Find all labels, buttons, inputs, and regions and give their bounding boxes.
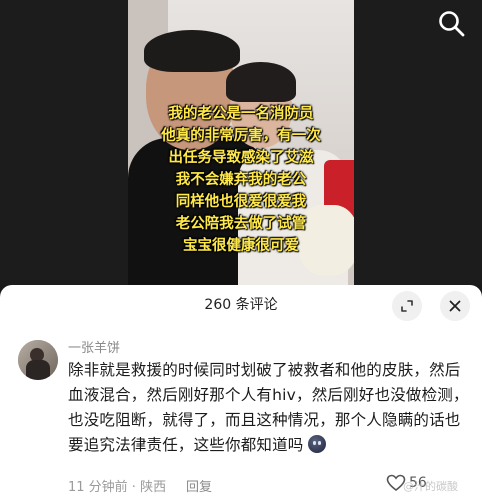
reply-button[interactable]: 回复 <box>186 476 212 495</box>
video-caption: 我的老公是一名消防员 他真的非常厉害，有一次 出任务导致感染了艾滋 我不会嫌弃我… <box>128 103 354 257</box>
expand-icon <box>401 300 413 312</box>
comment-time-location: 11 分钟前 · 陕西 <box>68 480 167 495</box>
caption-line: 出任务导致感染了艾滋 <box>168 150 314 166</box>
watermark: @汁的碳酸 <box>403 480 458 493</box>
search-button[interactable] <box>436 8 468 40</box>
avatar[interactable] <box>18 340 58 380</box>
comment-text: 除非就是救援的时候同时划破了被救者和他的皮肤，然后血液混合，然后刚好那个人有hi… <box>68 358 472 458</box>
man-figure-hair <box>144 30 240 72</box>
close-icon <box>449 300 461 312</box>
caption-line: 同样他也很爱很爱我 <box>175 194 307 210</box>
caption-line: 他真的非常厉害，有一次 <box>161 128 321 144</box>
close-button[interactable] <box>440 291 470 321</box>
caption-line: 宝宝很健康很可爱 <box>183 238 299 254</box>
comment-body: 除非就是救援的时候同时划破了被救者和他的皮肤，然后血液混合，然后刚好那个人有hi… <box>68 361 469 454</box>
worried-face-emoji-icon <box>307 435 326 453</box>
comment-username[interactable]: 一张羊饼 <box>68 337 120 356</box>
comment-panel: 260 条评论 一张羊饼 除非就是救援的时候同时划破了被救者和他的皮肤，然后血液… <box>0 285 482 500</box>
search-icon <box>439 11 465 37</box>
video-player[interactable]: 我的老公是一名消防员 他真的非常厉害，有一次 出任务导致感染了艾滋 我不会嫌弃我… <box>0 0 482 285</box>
expand-button[interactable] <box>392 291 422 321</box>
caption-line: 老公陪我去做了试管 <box>175 216 307 232</box>
woman-figure-hair <box>226 62 296 102</box>
caption-line: 我的老公是一名消防员 <box>168 106 314 122</box>
caption-line: 我不会嫌弃我的老公 <box>175 172 307 188</box>
